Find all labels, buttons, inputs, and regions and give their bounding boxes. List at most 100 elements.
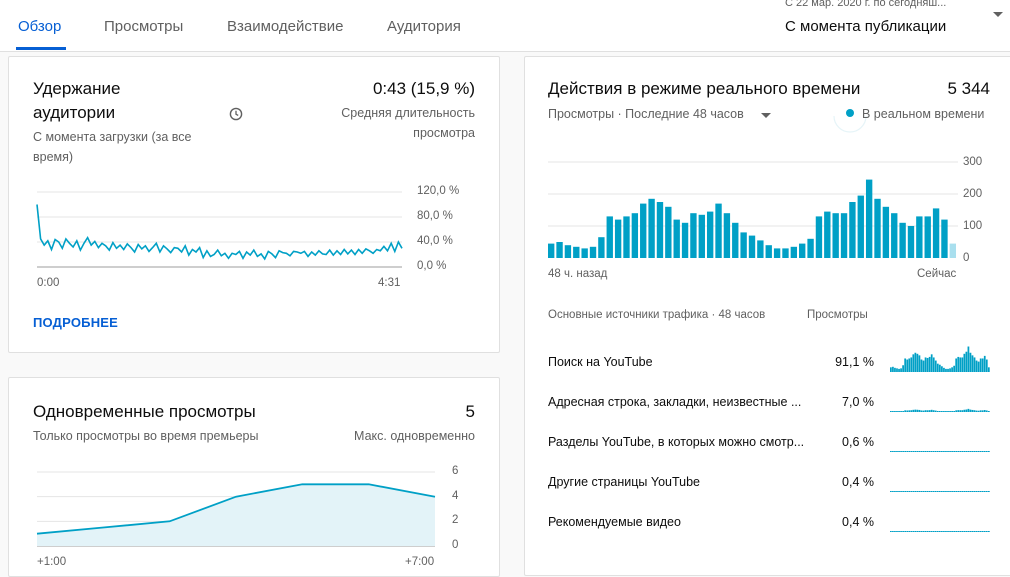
sparkline-bar <box>955 451 958 452</box>
sparkline-bar <box>938 451 941 452</box>
top-bar: Обзор Просмотры Взаимодействие Аудитория… <box>0 0 1010 52</box>
source-name: Рекомендуемые видео <box>548 515 681 529</box>
realtime-bar <box>757 240 764 258</box>
caret-down-icon[interactable] <box>761 113 771 118</box>
sparkline-bar <box>910 491 913 492</box>
sparkline-bar <box>924 357 927 372</box>
tab-overview[interactable]: Обзор <box>18 18 61 35</box>
sparkline-bar <box>959 531 962 532</box>
sources-header: Основные источники трафика · 48 часов <box>548 309 766 321</box>
sparkline-bar <box>904 491 907 492</box>
sparkline-bar <box>947 491 949 492</box>
sparkline-bar <box>949 368 951 372</box>
realtime-bar <box>581 248 588 258</box>
sparkline-bar <box>928 356 931 372</box>
concurrent-title: Одновременные просмотры <box>33 402 256 421</box>
sparkline-bar <box>904 358 907 372</box>
tab-engagement[interactable]: Взаимодействие <box>227 18 343 35</box>
source-value: 0,4 % <box>842 515 874 529</box>
chevron-down-icon[interactable] <box>993 12 1003 17</box>
sparkline-bar <box>912 409 915 412</box>
sparkline-bar <box>912 451 915 452</box>
realtime-bar <box>865 179 873 258</box>
sparkline-bar <box>936 410 939 412</box>
realtime-bar <box>765 245 772 258</box>
sparkline-bar <box>969 491 972 492</box>
sparkline-bar <box>894 411 896 412</box>
sparkline-bar <box>961 451 964 452</box>
tab-audience[interactable]: Аудитория <box>387 18 461 35</box>
sparkline-bar <box>979 531 982 532</box>
sparkline-bar <box>957 451 960 452</box>
realtime-bar <box>782 248 789 258</box>
sparkline-bar <box>953 491 956 492</box>
sparkline-bar <box>981 491 984 492</box>
sparkline-bar <box>945 451 947 452</box>
source-value: 0,6 % <box>842 435 874 449</box>
sparkline-bar <box>920 359 923 372</box>
retention-x-tick: 4:31 <box>378 277 401 289</box>
sparkline-bar <box>977 491 980 492</box>
sparkline-bar <box>902 491 904 492</box>
sparkline-bar <box>943 411 945 412</box>
sparkline-bar <box>892 451 894 452</box>
sparkline-bar <box>918 355 921 372</box>
realtime-bar <box>564 245 572 258</box>
sparkline-bar <box>981 531 984 532</box>
sparkline-bar <box>894 367 896 372</box>
source-name: Другие страницы YouTube <box>548 475 700 489</box>
realtime-filter[interactable]: Просмотры · Последние 48 часов <box>548 104 744 124</box>
concurrent-y-tick: 2 <box>452 514 459 526</box>
sparkline-bar <box>983 410 986 412</box>
sparkline-bar <box>898 451 900 452</box>
source-name: Поиск на YouTube <box>548 355 653 369</box>
sparkline-bar <box>892 531 894 532</box>
sparkline-bar <box>971 451 974 452</box>
sparkline-bar <box>898 531 900 532</box>
sparkline-bar <box>896 411 898 412</box>
realtime-filter-label: Просмотры · Последние 48 часов <box>548 107 744 121</box>
sparkline-bar <box>928 491 931 492</box>
sparkline-bar <box>963 491 966 492</box>
concurrent-chart <box>36 471 436 547</box>
realtime-bar <box>941 219 948 258</box>
sparkline-bar <box>920 410 923 412</box>
concurrent-y-tick: 4 <box>452 490 459 502</box>
realtime-bar <box>656 202 664 258</box>
realtime-title: Действия в режиме реального времени <box>548 79 861 98</box>
sparkline-bar <box>975 410 978 412</box>
realtime-bar <box>589 246 597 258</box>
sparkline-bar <box>975 531 978 532</box>
sparkline-bar <box>930 409 933 412</box>
sparkline-bar <box>916 491 919 492</box>
concurrent-x-tick: +1:00 <box>37 556 67 568</box>
retention-y-tick: 40,0 % <box>417 235 453 247</box>
sparkline-bar <box>979 491 982 492</box>
retention-more-link[interactable]: ПОДРОБНЕЕ <box>33 315 118 330</box>
sparkline-bar <box>894 451 896 452</box>
sparkline-bar <box>949 491 951 492</box>
sparkline-bar <box>941 491 943 492</box>
realtime-bar <box>732 222 739 258</box>
sparkline-bar <box>949 531 951 532</box>
date-range-selector[interactable]: С момента публикации <box>785 18 946 35</box>
realtime-bar <box>799 243 806 258</box>
sparkline-bar <box>918 409 921 412</box>
tab-views[interactable]: Просмотры <box>104 18 183 35</box>
sparkline-bar <box>904 531 907 532</box>
sparkline-bar <box>924 531 927 532</box>
realtime-bar <box>832 213 839 258</box>
clock-icon[interactable] <box>229 107 243 121</box>
realtime-chart <box>548 161 958 258</box>
retention-y-tick: 80,0 % <box>417 210 453 222</box>
sparkline-bar <box>908 491 911 492</box>
sparkline-bar <box>957 356 960 372</box>
retention-subtitle-line1: С момента загрузки (за все <box>33 130 192 144</box>
sparkline-bar <box>975 491 978 492</box>
sparkline-bar <box>985 410 988 412</box>
realtime-bar <box>606 216 613 258</box>
realtime-bar <box>706 211 714 258</box>
sparkline-bar <box>926 451 929 452</box>
concurrent-y-tick: 0 <box>452 539 459 551</box>
sparkline-bar <box>955 358 958 372</box>
